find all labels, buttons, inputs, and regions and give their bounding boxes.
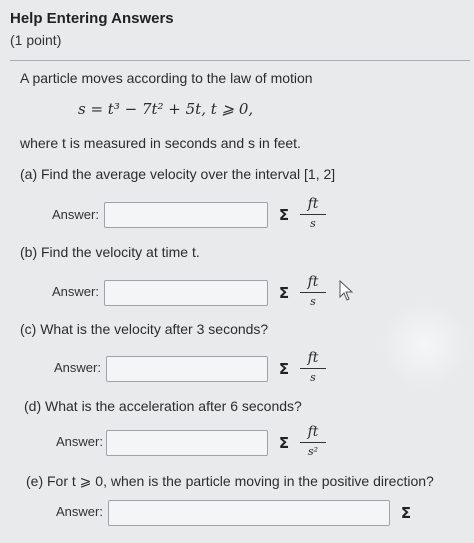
divider (10, 60, 470, 61)
answer-input-e[interactable] (108, 500, 390, 526)
problem-where: where t is measured in seconds and s in … (20, 135, 301, 151)
question-b: (b) Find the velocity at time t. (20, 244, 200, 260)
sigma-icon[interactable]: Σ (272, 359, 296, 379)
question-a: (a) Find the average velocity over the i… (20, 166, 336, 182)
unit-a: ft s (300, 196, 326, 231)
sigma-icon[interactable]: Σ (394, 503, 418, 523)
cursor-arrow-icon (339, 280, 354, 301)
unit-denominator: s (310, 217, 316, 230)
question-e: (e) For t ⩾ 0, when is the particle movi… (26, 473, 434, 489)
answer-input-d[interactable] (106, 430, 268, 456)
fraction-bar (300, 214, 326, 215)
fraction-bar (300, 368, 326, 369)
answer-label-b: Answer: (52, 284, 99, 299)
help-entering-answers-link[interactable]: Help Entering Answers (10, 10, 174, 27)
answer-input-b[interactable] (104, 280, 268, 306)
fraction-bar (300, 442, 326, 443)
answer-input-a[interactable] (104, 202, 268, 228)
unit-denominator: s (310, 295, 316, 308)
unit-denominator: s (310, 371, 316, 384)
unit-denominator: s² (307, 445, 319, 458)
points-value: (1 point) (10, 32, 62, 48)
motion-equation: s = t³ − 7t² + 5t, t ⩾ 0, (78, 100, 254, 118)
problem-page: Help Entering Answers (1 point) A partic… (0, 0, 474, 543)
sigma-icon[interactable]: Σ (272, 283, 296, 303)
unit-numerator: ft (307, 196, 319, 212)
answer-input-c[interactable] (106, 356, 268, 382)
answer-label-a: Answer: (52, 207, 99, 222)
unit-numerator: ft (307, 274, 319, 290)
screen-glare (380, 300, 470, 390)
answer-label-c: Answer: (54, 360, 101, 375)
unit-d: ft s² (300, 424, 326, 459)
problem-intro: A particle moves according to the law of… (20, 70, 313, 86)
unit-c: ft s (300, 350, 326, 385)
sigma-icon[interactable]: Σ (272, 433, 296, 453)
answer-label-d: Answer: (56, 434, 103, 449)
fraction-bar (300, 292, 326, 293)
unit-numerator: ft (307, 424, 319, 440)
answer-label-e: Answer: (56, 504, 103, 519)
question-c: (c) What is the velocity after 3 seconds… (20, 321, 269, 337)
unit-numerator: ft (307, 350, 319, 366)
question-d: (d) What is the acceleration after 6 sec… (24, 398, 302, 414)
sigma-icon[interactable]: Σ (272, 205, 296, 225)
unit-b: ft s (300, 274, 326, 309)
